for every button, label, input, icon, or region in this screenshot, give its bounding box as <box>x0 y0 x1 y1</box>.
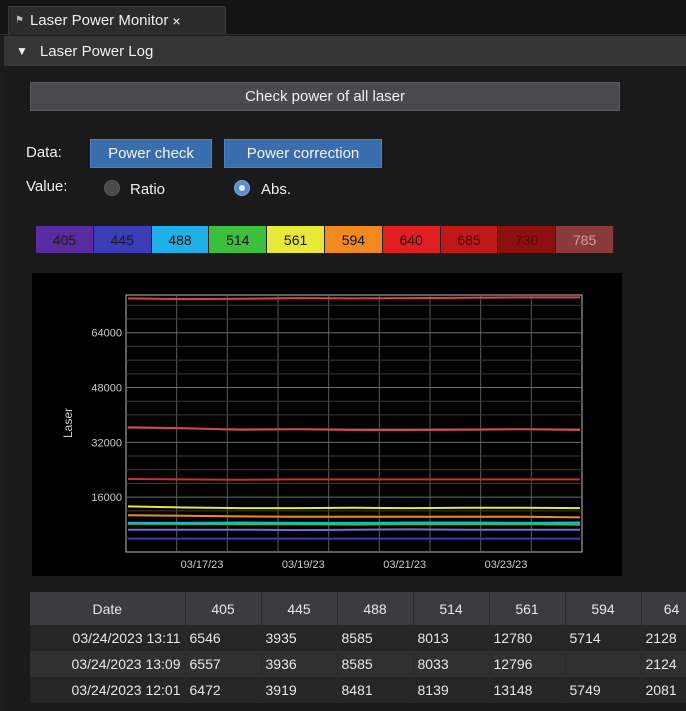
wavelength-785[interactable]: 785 <box>556 226 614 253</box>
table-cell: 3936 <box>261 651 338 677</box>
table-cell: 12780 <box>489 625 566 651</box>
column-header[interactable]: 594 <box>565 592 642 625</box>
table-cell: 2124 <box>641 651 686 677</box>
series-line-7 <box>128 528 580 532</box>
chart-svg: 16000 32000 48000 64000 03/17/23 03/19/23 03/2… <box>61 294 583 571</box>
table-cell: 13148 <box>489 677 566 703</box>
check-power-button[interactable]: Check power of all laser <box>30 82 620 111</box>
table-cell: 6546 <box>185 625 262 651</box>
column-header[interactable]: 561 <box>489 592 566 625</box>
data-label: Data: <box>26 144 62 161</box>
y-axis-label: Laser <box>61 408 75 438</box>
column-header[interactable]: 405 <box>185 592 262 625</box>
table-cell: 8013 <box>413 625 490 651</box>
y-tick-label: 48000 <box>91 383 122 395</box>
table-cell: 8585 <box>337 651 414 677</box>
y-tick-label: 16000 <box>91 492 122 504</box>
ratio-radio-label: Ratio <box>130 181 166 198</box>
wavelength-594[interactable]: 594 <box>324 226 383 253</box>
table-cell: 3935 <box>261 625 338 651</box>
wavelength-561[interactable]: 561 <box>267 226 325 253</box>
table-row[interactable]: 03/24/2023 12:01 6472 3919 8481 8139 13148 574… <box>30 677 686 703</box>
x-tick-label: 03/23/23 <box>485 559 528 571</box>
table-cell: 5749 <box>565 677 642 703</box>
table-cell: 6472 <box>185 677 262 703</box>
table-row[interactable]: 03/24/2023 13:11 6546 3935 8585 8013 12780 571… <box>30 625 686 651</box>
ratio-radio[interactable] <box>104 180 120 196</box>
close-icon[interactable]: × <box>172 13 180 29</box>
table-cell: 8481 <box>337 677 414 703</box>
plot-area <box>125 294 583 553</box>
column-header[interactable]: 64 <box>641 592 686 625</box>
table-cell: 6557 <box>185 651 262 677</box>
wavelength-685[interactable]: 685 <box>440 226 499 253</box>
table-cell: 12796 <box>489 651 566 677</box>
tab-bar: ⚑ Laser Power Monitor × <box>0 0 686 35</box>
tab-laser-power-monitor[interactable]: ⚑ Laser Power Monitor × <box>8 6 226 34</box>
table-cell: 8585 <box>337 625 414 651</box>
column-header[interactable]: 514 <box>413 592 490 625</box>
panel-content: Check power of all laser Data: Power che… <box>4 66 686 711</box>
power-correction-button[interactable]: Power correction <box>224 139 382 168</box>
table-cell: 2081 <box>641 677 686 703</box>
table-cell: 3919 <box>261 677 338 703</box>
collapse-caret-icon[interactable]: ▼ <box>16 44 28 58</box>
table-cell: 5714 <box>565 625 642 651</box>
abs-radio-label: Abs. <box>261 181 292 198</box>
tab-title: Laser Power Monitor <box>29 12 169 29</box>
column-header[interactable]: 445 <box>261 592 338 625</box>
wavelength-730[interactable]: 730 <box>498 226 557 253</box>
wavelength-488[interactable]: 488 <box>151 226 210 253</box>
x-tick-label: 03/19/23 <box>282 559 325 571</box>
table-row[interactable]: 03/24/2023 13:09 6557 3936 8585 8033 12796 212… <box>30 651 686 677</box>
abs-radio[interactable] <box>234 180 250 196</box>
app-window: ⚑ Laser Power Monitor × ▼ Laser Power Lo… <box>0 0 686 711</box>
laser-icon: ⚑ <box>15 15 24 26</box>
table-cell: 03/24/2023 12:01 <box>30 677 186 703</box>
table-cell: 03/24/2023 13:11 <box>30 625 186 651</box>
y-tick-label: 64000 <box>91 328 122 340</box>
x-tick-label: 03/17/23 <box>181 559 224 571</box>
power-check-button[interactable]: Power check <box>90 139 212 168</box>
series-line-2 <box>127 478 580 481</box>
wavelength-405[interactable]: 405 <box>36 226 94 253</box>
table-cell: 2128 <box>641 625 686 651</box>
value-label: Value: <box>26 178 68 195</box>
wavelength-445[interactable]: 445 <box>93 226 152 253</box>
wavelength-selector: 405 445 488 514 561 594 640 685 730 785 <box>36 226 614 253</box>
table-cell: 8139 <box>413 677 490 703</box>
column-header[interactable]: 488 <box>337 592 414 625</box>
table-cell <box>565 651 642 677</box>
wavelength-640[interactable]: 640 <box>382 226 441 253</box>
table-cell: 03/24/2023 13:09 <box>30 651 186 677</box>
y-tick-label: 32000 <box>91 437 122 449</box>
table-cell: 8033 <box>413 651 490 677</box>
table-header-row: Date 405 445 488 514 561 594 64 <box>30 592 686 625</box>
x-tick-label: 03/21/23 <box>383 559 426 571</box>
column-header[interactable]: Date <box>30 592 186 625</box>
wavelength-514[interactable]: 514 <box>209 226 268 253</box>
power-chart: 16000 32000 48000 64000 03/17/23 03/19/23 03/2… <box>32 273 622 576</box>
panel-header[interactable]: ▼ Laser Power Log <box>4 36 686 66</box>
panel-title: Laser Power Log <box>39 42 154 60</box>
power-log-table[interactable]: Date 405 445 488 514 561 594 64 03/24/2023 13:1… <box>30 592 686 711</box>
